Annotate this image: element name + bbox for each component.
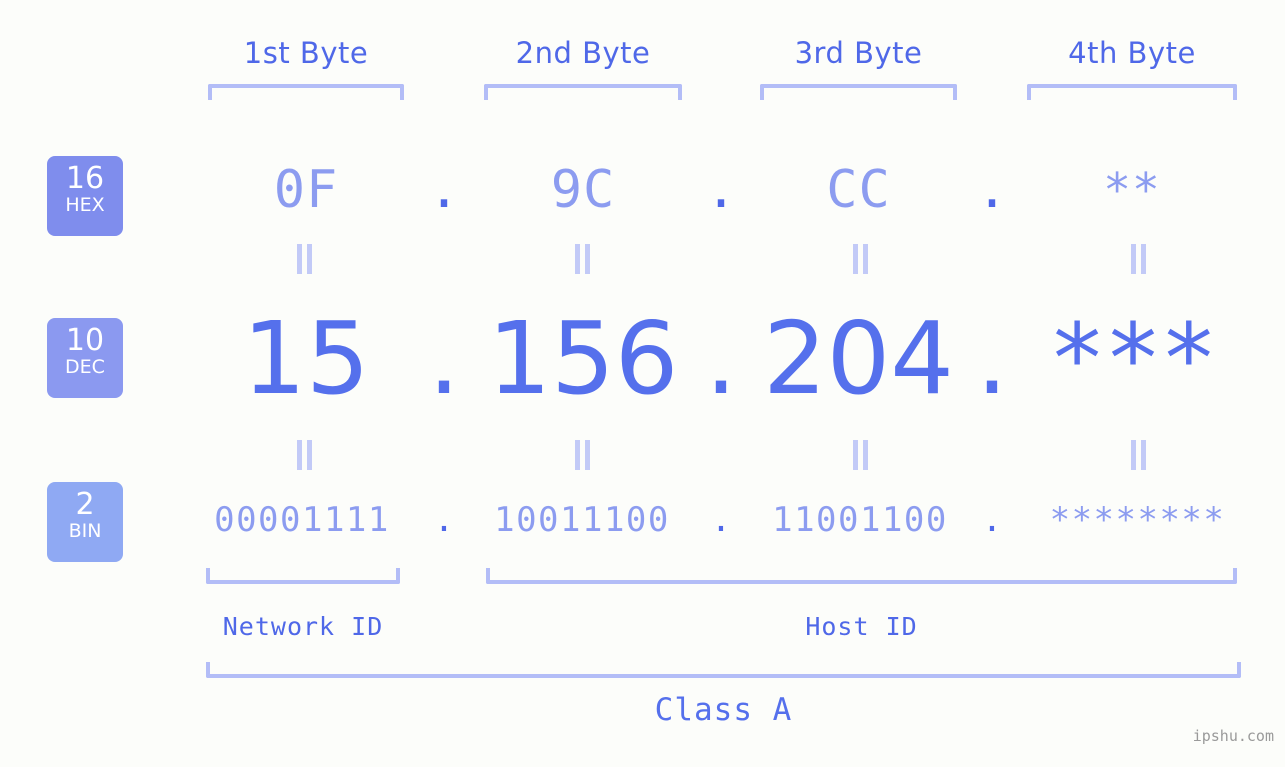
equals-connector-icon-5 xyxy=(294,440,316,470)
bracket-down-icon-byte-3 xyxy=(760,84,957,100)
bracket-down-icon-byte-1 xyxy=(208,84,404,100)
bin-byte-4: ******** xyxy=(1049,500,1226,540)
equals-connector-icon-3 xyxy=(850,244,872,274)
bin-byte-1: 00001111 xyxy=(214,500,390,540)
hex-separator-3: . xyxy=(976,160,1008,220)
dec-separator-1: . xyxy=(428,300,460,417)
bracket-up-icon-class xyxy=(206,662,1241,678)
byte-header-2: 2nd Byte xyxy=(515,36,651,70)
dec-byte-4: *** xyxy=(1048,303,1217,415)
hex-separator-1: . xyxy=(428,160,460,220)
bin-separator-3: . xyxy=(981,500,1003,540)
equals-connector-icon-4 xyxy=(1128,244,1150,274)
watermark: ipshu.com xyxy=(1192,727,1274,745)
hex-byte-4: ** xyxy=(1103,163,1161,217)
hex-byte-3: CC xyxy=(826,160,891,220)
bracket-down-icon-byte-2 xyxy=(484,84,682,100)
ip-breakdown-diagram: 1st Byte 2nd Byte 3rd Byte 4th Byte 16 H… xyxy=(0,0,1285,767)
equals-connector-icon-6 xyxy=(572,440,594,470)
class-label: Class A xyxy=(654,692,793,728)
bracket-up-icon-network-id xyxy=(206,568,400,584)
bracket-down-icon-byte-4 xyxy=(1027,84,1237,100)
equals-connector-icon-8 xyxy=(1128,440,1150,470)
dec-value-row: 15 . 156 . 204 . *** xyxy=(0,300,1285,418)
host-id-label: Host ID xyxy=(805,612,918,641)
bin-value-row: 00001111 . 10011100 . 11001100 . *******… xyxy=(0,492,1285,548)
equals-connector-icon-7 xyxy=(850,440,872,470)
equals-connector-icon-1 xyxy=(294,244,316,274)
hex-byte-2: 9C xyxy=(550,160,616,220)
dec-byte-3: 204 xyxy=(763,300,954,417)
hex-separator-2: . xyxy=(705,160,737,220)
equals-connector-icon-2 xyxy=(572,244,594,274)
bin-separator-1: . xyxy=(433,500,455,540)
bracket-up-icon-host-id xyxy=(486,568,1237,584)
hex-value-row: 0F . 9C . CC . ** xyxy=(0,150,1285,230)
bin-separator-2: . xyxy=(710,500,732,540)
network-id-label: Network ID xyxy=(222,612,384,641)
dec-byte-2: 156 xyxy=(487,300,679,417)
dec-separator-2: . xyxy=(705,300,737,417)
byte-header-3: 3rd Byte xyxy=(794,36,923,70)
bin-byte-2: 10011100 xyxy=(494,500,670,540)
dec-separator-3: . xyxy=(976,300,1008,417)
byte-header-1: 1st Byte xyxy=(243,36,369,70)
hex-byte-1: 0F xyxy=(273,160,339,220)
dec-byte-1: 15 xyxy=(242,300,370,417)
bin-byte-3: 11001100 xyxy=(772,500,948,540)
byte-header-4: 4th Byte xyxy=(1068,36,1196,70)
